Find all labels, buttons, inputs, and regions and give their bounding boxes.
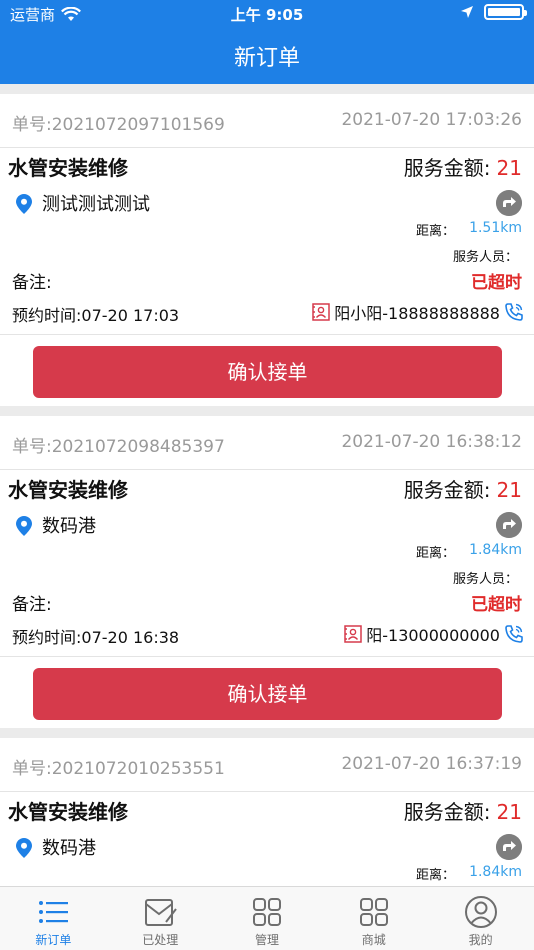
distance-label: 距离： [416, 546, 456, 561]
tab-bar: 新订单 已处理 管理 商城 我的 [0, 886, 534, 950]
phone-icon[interactable] [504, 624, 524, 644]
amount-label: 服务金额: [403, 156, 491, 180]
distance-label: 距离： [416, 868, 456, 883]
order-address: 数码港 [42, 838, 96, 859]
distance-value: 1.84km [469, 542, 522, 558]
amount-value: 21 [496, 800, 522, 824]
amount-value: 21 [496, 156, 522, 180]
contact-card-icon [312, 303, 330, 321]
order-header: 单号:2021072098485397 2021-07-20 16:38:12 [0, 416, 534, 470]
appointment-time: 预约时间:07-20 17:03 [12, 306, 180, 325]
divider [0, 656, 534, 657]
tab-label: 管理 [254, 933, 279, 947]
tab-label: 我的 [468, 933, 493, 947]
service-amount: 服务金额: 21 [404, 474, 522, 503]
tab-profile[interactable]: 我的 [427, 887, 534, 950]
navigation-icon[interactable] [496, 512, 522, 538]
amount-label: 服务金额: [403, 478, 491, 502]
location-pin-icon [16, 838, 32, 858]
timeout-badge: 已超时 [471, 273, 522, 293]
order-number: 单号:2021072097101569 [12, 115, 225, 135]
order-header: 单号:2021072010253551 2021-07-20 16:37:19 [0, 738, 534, 792]
status-bar: 运营商 上午 9:05 [0, 0, 534, 28]
page-title: 新订单 [233, 46, 300, 71]
tab-manage[interactable]: 管理 [214, 887, 321, 950]
amount-value: 21 [496, 478, 522, 502]
phone-icon[interactable] [504, 302, 524, 322]
confirm-order-button[interactable]: 确认接单 [33, 668, 502, 720]
battery-icon [484, 4, 527, 20]
appointment-time: 预约时间:07-20 16:38 [12, 628, 180, 647]
list-icon [39, 901, 69, 923]
contact-info: 阳-13000000000 [344, 622, 524, 646]
processed-icon [145, 899, 177, 926]
staff-label: 服务人员： [452, 572, 518, 587]
order-number: 单号:2021072098485397 [12, 437, 225, 457]
order-number: 单号:2021072010253551 [12, 759, 225, 779]
order-address: 数码港 [42, 516, 96, 537]
tab-label: 已处理 [142, 933, 179, 947]
service-amount: 服务金额: 21 [404, 796, 522, 825]
timeout-badge: 已超时 [471, 595, 522, 615]
location-pin-icon [16, 516, 32, 536]
order-created-time: 2021-07-20 17:03:26 [341, 110, 522, 130]
location-arrow-icon [461, 6, 473, 18]
order-card: 单号:2021072097101569 2021-07-20 17:03:26 … [0, 94, 534, 406]
contact-card-icon [344, 625, 362, 643]
contact-name-phone: 阳小阳-18888888888 [334, 304, 500, 323]
remark-label: 备注: [12, 273, 52, 293]
staff-label: 服务人员： [452, 250, 518, 265]
app-header: 运营商 上午 9:05 新订单 [0, 0, 534, 84]
service-name: 水管安装维修 [8, 156, 128, 180]
status-right [460, 4, 527, 20]
distance-value: 1.51km [469, 220, 522, 236]
service-name: 水管安装维修 [8, 800, 128, 824]
order-created-time: 2021-07-20 16:38:12 [341, 432, 522, 452]
order-card: 单号:2021072098485397 2021-07-20 16:38:12 … [0, 416, 534, 728]
profile-icon [464, 896, 497, 928]
navigation-icon[interactable] [496, 190, 522, 216]
service-amount: 服务金额: 21 [404, 152, 522, 181]
location-pin-icon [16, 194, 32, 214]
order-address: 测试测试测试 [42, 194, 150, 215]
order-created-time: 2021-07-20 16:37:19 [341, 754, 522, 774]
store-icon [359, 898, 388, 926]
order-card: 单号:2021072010253551 2021-07-20 16:37:19 … [0, 738, 534, 886]
order-header: 单号:2021072097101569 2021-07-20 17:03:26 [0, 94, 534, 148]
confirm-order-button[interactable]: 确认接单 [33, 346, 502, 398]
navigation-icon[interactable] [496, 834, 522, 860]
amount-label: 服务金额: [403, 800, 491, 824]
grid-icon [252, 898, 281, 926]
divider [0, 334, 534, 335]
tab-store[interactable]: 商城 [320, 887, 427, 950]
contact-name-phone: 阳-13000000000 [366, 626, 500, 645]
tab-label: 新订单 [35, 933, 72, 947]
tab-new-orders[interactable]: 新订单 [0, 887, 107, 950]
tab-processed[interactable]: 已处理 [107, 887, 214, 950]
tab-label: 商城 [361, 933, 386, 947]
order-list[interactable]: 单号:2021072097101569 2021-07-20 17:03:26 … [0, 84, 534, 886]
service-name: 水管安装维修 [8, 478, 128, 502]
distance-label: 距离： [416, 224, 456, 239]
contact-info: 阳小阳-18888888888 [312, 300, 524, 324]
remark-label: 备注: [12, 595, 52, 615]
status-time: 上午 9:05 [230, 6, 304, 24]
distance-value: 1.84km [469, 864, 522, 880]
